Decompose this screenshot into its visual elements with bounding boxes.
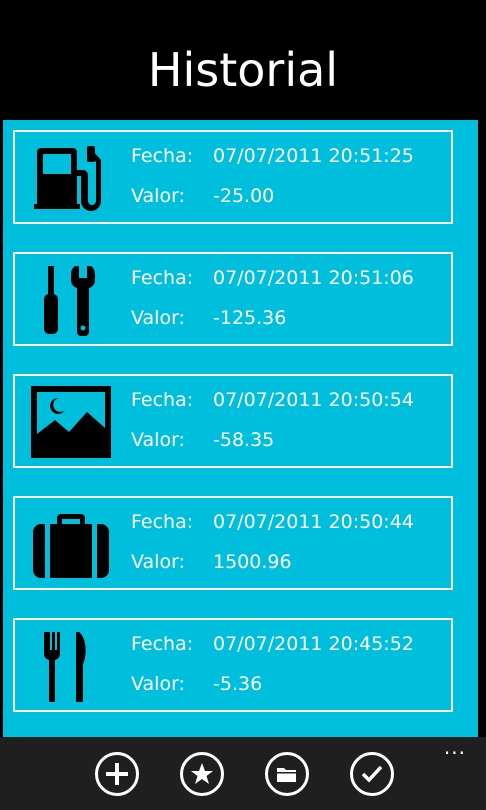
tools-icon: [29, 262, 113, 338]
header: Historial: [0, 0, 486, 120]
history-entry[interactable]: Fecha: 07/07/2011 20:51:25 Valor: -25.00: [13, 130, 453, 224]
date-label: Fecha:: [131, 511, 194, 533]
page-title: Historial: [147, 43, 339, 97]
amount-value: -125.36: [213, 307, 287, 329]
date-value: 07/07/2011 20:51:25: [213, 145, 414, 167]
fork-knife-icon: [29, 628, 113, 704]
folder-button[interactable]: [265, 752, 309, 796]
history-entry[interactable]: Fecha: 07/07/2011 20:50:54 Valor: -58.35: [13, 374, 453, 468]
picture-icon: [29, 384, 113, 460]
amount-label: Valor:: [131, 307, 185, 329]
add-button[interactable]: [95, 752, 139, 796]
add-icon: [106, 763, 128, 785]
favorites-button[interactable]: [180, 752, 224, 796]
star-icon: [191, 763, 213, 784]
history-entry[interactable]: Fecha: 07/07/2011 20:51:06 Valor: -125.3…: [13, 252, 453, 346]
amount-label: Valor:: [131, 673, 185, 695]
amount-value: -58.35: [213, 429, 275, 451]
more-menu-button[interactable]: ...: [444, 737, 466, 757]
folder-icon: [277, 768, 296, 782]
check-button[interactable]: [350, 752, 394, 796]
amount-label: Valor:: [131, 551, 185, 573]
fuel-pump-icon: [29, 140, 113, 216]
history-entry[interactable]: Fecha: 07/07/2011 20:50:44 Valor: 1500.9…: [13, 496, 453, 590]
amount-label: Valor:: [131, 185, 185, 207]
app-bar: ...: [0, 737, 486, 810]
history-entry[interactable]: Fecha: 07/07/2011 20:45:52 Valor: -5.36: [13, 618, 453, 712]
briefcase-icon: [29, 506, 113, 582]
date-value: 07/07/2011 20:50:44: [213, 511, 414, 533]
check-icon: [361, 765, 383, 783]
date-value: 07/07/2011 20:51:06: [213, 267, 414, 289]
amount-value: -25.00: [213, 185, 275, 207]
date-value: 07/07/2011 20:45:52: [213, 633, 414, 655]
amount-value: -5.36: [213, 673, 263, 695]
date-label: Fecha:: [131, 633, 194, 655]
date-value: 07/07/2011 20:50:54: [213, 389, 414, 411]
amount-label: Valor:: [131, 429, 185, 451]
history-list: Fecha: 07/07/2011 20:51:25 Valor: -25.00…: [3, 120, 478, 737]
date-label: Fecha:: [131, 267, 194, 289]
amount-value: 1500.96: [213, 551, 292, 573]
date-label: Fecha:: [131, 389, 194, 411]
date-label: Fecha:: [131, 145, 194, 167]
